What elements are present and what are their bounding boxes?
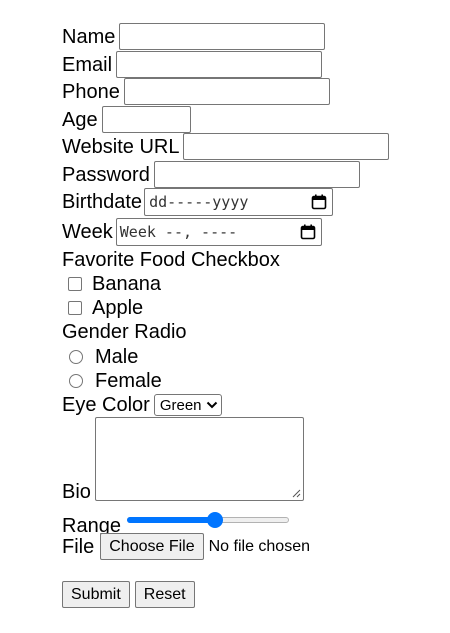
website-input[interactable]	[183, 133, 390, 160]
week-label: Week	[62, 221, 113, 243]
file-status: No file chosen	[208, 537, 310, 555]
name-input[interactable]	[119, 23, 326, 50]
range-slider[interactable]	[126, 510, 289, 530]
birthdate-row: Birthdate dd-----yyyy	[62, 188, 334, 216]
bio-textarea[interactable]	[94, 417, 304, 501]
gender-option-female: Female	[62, 369, 162, 393]
reset-button[interactable]: Reset	[134, 581, 195, 608]
birthdate-placeholder: dd-----yyyy	[149, 193, 249, 211]
email-row: Email	[62, 51, 323, 78]
week-input[interactable]: Week --, ----	[115, 218, 322, 246]
week-placeholder: Week --, ----	[119, 223, 238, 241]
food-option-apple: Apple	[62, 296, 143, 320]
eye-color-value: Green	[159, 396, 202, 414]
bio-label: Bio	[62, 481, 91, 503]
age-label: Age	[62, 108, 98, 131]
actions-row: Submit Reset	[62, 581, 195, 608]
birthdate-input[interactable]: dd-----yyyy	[144, 188, 334, 216]
range-fill	[126, 517, 216, 523]
apple-label: Apple	[92, 297, 144, 319]
eye-color-row: Eye Color Green	[62, 393, 222, 417]
website-label: Website URL	[62, 135, 180, 158]
phone-input[interactable]	[123, 78, 330, 105]
age-row: Age	[62, 106, 191, 133]
gender-row: Gender Radio	[62, 320, 187, 344]
eye-color-select[interactable]: Green	[153, 394, 222, 416]
gender-option-male: Male	[62, 345, 138, 369]
password-row: Password	[62, 161, 360, 188]
phone-row: Phone	[62, 78, 330, 105]
food-label: Favorite Food Checkbox	[62, 249, 280, 271]
male-radio[interactable]	[69, 350, 83, 364]
password-label: Password	[62, 163, 150, 186]
gender-label: Gender Radio	[62, 321, 187, 343]
password-input[interactable]	[153, 161, 360, 188]
male-label: Male	[95, 346, 139, 368]
week-row: Week Week --, ----	[62, 218, 322, 246]
file-row: File Choose File No file chosen	[62, 533, 310, 560]
bio-row: Bio	[62, 417, 304, 503]
email-label: Email	[62, 53, 113, 76]
female-radio[interactable]	[69, 374, 83, 388]
banana-label: Banana	[92, 273, 161, 295]
name-row: Name	[62, 23, 326, 50]
email-input[interactable]	[116, 51, 323, 78]
birthdate-label: Birthdate	[62, 191, 143, 213]
calendar-icon[interactable]	[310, 193, 328, 211]
female-label: Female	[95, 370, 162, 392]
website-row: Website URL	[62, 133, 390, 160]
chevron-down-icon	[206, 401, 217, 409]
eye-color-label: Eye Color	[62, 394, 150, 416]
submit-button[interactable]: Submit	[62, 581, 130, 608]
name-label: Name	[62, 25, 116, 48]
food-option-banana: Banana	[62, 272, 161, 296]
resize-grip-icon[interactable]	[292, 489, 301, 498]
apple-checkbox[interactable]	[68, 301, 82, 315]
choose-file-button[interactable]: Choose File	[100, 533, 204, 560]
banana-checkbox[interactable]	[68, 277, 82, 291]
calendar-icon[interactable]	[299, 223, 317, 241]
phone-label: Phone	[62, 80, 120, 103]
file-label: File	[62, 535, 95, 558]
range-thumb[interactable]	[207, 512, 224, 528]
age-input[interactable]	[101, 106, 191, 133]
food-row: Favorite Food Checkbox	[62, 248, 280, 272]
